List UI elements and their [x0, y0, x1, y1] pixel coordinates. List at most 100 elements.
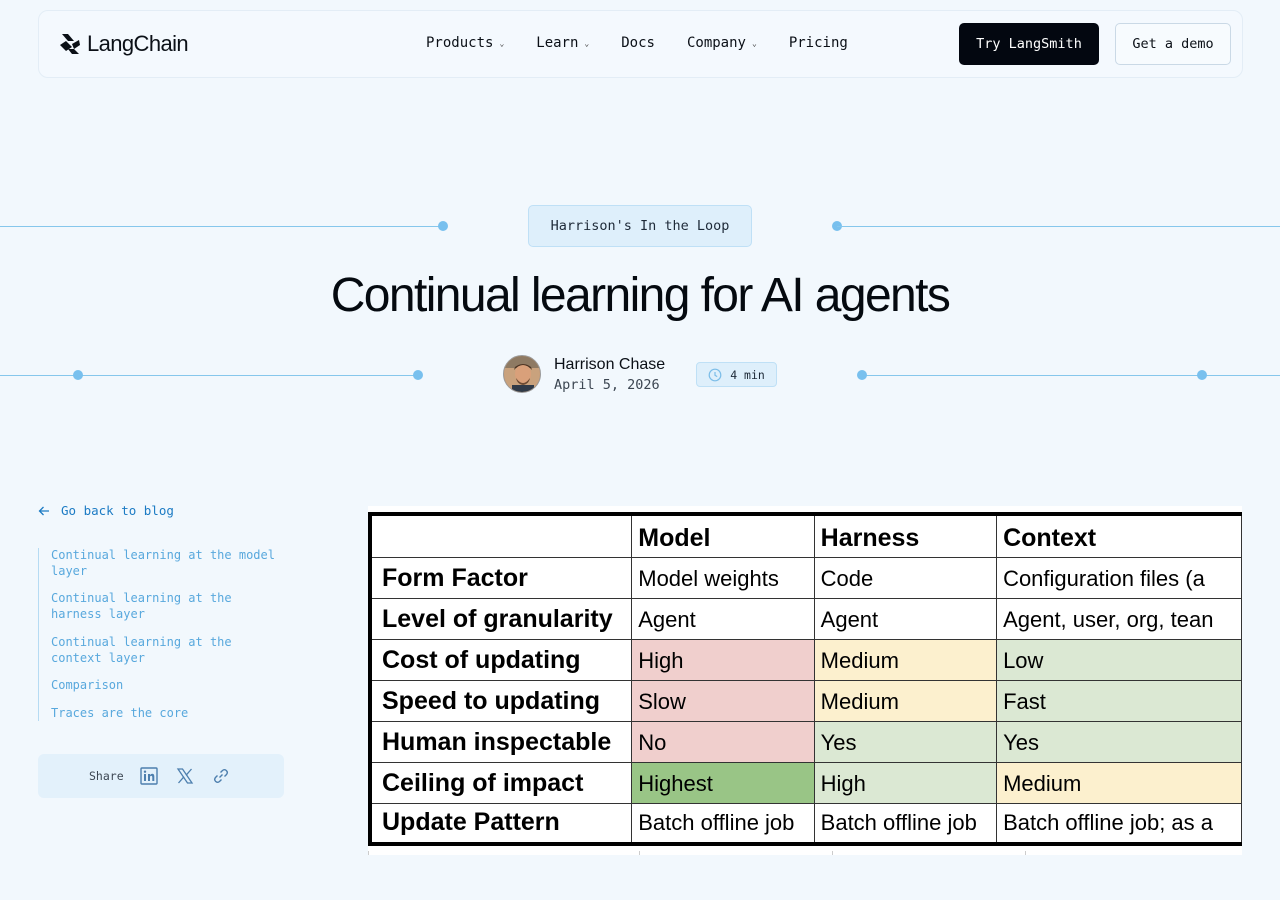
menu-label: Docs — [621, 35, 655, 51]
table-header — [368, 512, 633, 558]
toc-item[interactable]: Traces are the core — [39, 706, 288, 722]
logo-text: LangChain — [87, 31, 189, 56]
table-cell: Agent — [813, 597, 998, 640]
decor-dot — [73, 370, 83, 380]
table-row: Update Pattern Batch offline job Batch o… — [368, 802, 1242, 846]
author-text: Harrison Chase April 5, 2026 — [554, 356, 665, 393]
table-gridline — [368, 851, 369, 855]
table-header: Context — [996, 512, 1242, 558]
back-to-blog-link[interactable]: Go back to blog — [38, 503, 174, 518]
toc-item[interactable]: Comparison — [39, 678, 288, 694]
arrow-left-icon — [38, 506, 49, 515]
author-name[interactable]: Harrison Chase — [554, 356, 665, 374]
row-label: Update Pattern — [368, 802, 633, 846]
menu-label: Pricing — [788, 35, 848, 51]
decor-dot — [1197, 370, 1207, 380]
table-cell: No — [631, 720, 815, 763]
link-icon[interactable] — [212, 767, 230, 785]
table-gridline — [1025, 851, 1026, 855]
row-label: Ceiling of impact — [368, 761, 633, 804]
back-link-label: Go back to blog — [61, 503, 174, 518]
decor-line — [862, 375, 1280, 376]
get-demo-button[interactable]: Get a demo — [1115, 23, 1231, 65]
table-cell: Agent, user, org, tean — [996, 597, 1242, 640]
toc-item[interactable]: Continual learning at the model layer — [39, 548, 279, 579]
decor-dot — [438, 221, 448, 231]
table-row: Level of granularity Agent Agent Agent, … — [368, 597, 1242, 640]
menu-products[interactable]: Products ⌄ — [426, 35, 504, 51]
decor-line — [0, 375, 418, 376]
toc-item[interactable]: Continual learning at the harness layer — [39, 591, 239, 622]
chevron-down-icon: ⌄ — [751, 39, 757, 48]
table-cell: Medium — [813, 679, 998, 722]
linkedin-icon[interactable] — [140, 767, 158, 785]
table-cell: Agent — [631, 597, 815, 640]
table-cell: Highest — [631, 761, 815, 804]
decor-dot — [857, 370, 867, 380]
table-row: Cost of updating High Medium Low — [368, 638, 1242, 681]
table-cell: Yes — [996, 720, 1242, 763]
publish-date: April 5, 2026 — [554, 376, 660, 393]
table-row: Ceiling of impact Highest High Medium — [368, 761, 1242, 804]
decor-line — [837, 226, 1280, 227]
read-time: 4 min — [730, 367, 765, 382]
row-label: Level of granularity — [368, 597, 633, 640]
row-label: Human inspectable — [368, 720, 633, 763]
table-cell: High — [631, 638, 815, 681]
menu-label: Products — [426, 35, 494, 51]
chevron-down-icon: ⌄ — [584, 39, 590, 48]
try-langsmith-button[interactable]: Try LangSmith — [959, 23, 1099, 65]
clock-icon — [708, 368, 722, 381]
table-cell: Batch offline job — [631, 802, 815, 846]
main-menu: Products ⌄ Learn ⌄ Docs Company ⌄ Pricin… — [426, 35, 848, 51]
read-time-badge: 4 min — [696, 362, 777, 387]
menu-label: Learn — [536, 35, 579, 51]
table-cell: Batch offline job — [813, 802, 998, 846]
comparison-table-image: Model Harness Context Form Factor Model … — [368, 506, 1242, 855]
series-tag[interactable]: Harrison's In the Loop — [528, 205, 752, 247]
table-row: Form Factor Model weights Code Configura… — [368, 556, 1242, 599]
share-box: Share — [38, 754, 284, 798]
table-cell: Batch offline job; as a — [996, 802, 1242, 846]
row-label: Form Factor — [368, 556, 633, 599]
share-label: Share — [89, 769, 124, 783]
table-gridline — [832, 851, 833, 855]
table-header: Model — [631, 512, 815, 558]
decor-line — [0, 226, 443, 227]
avatar — [503, 355, 541, 393]
top-nav: LangChain Products ⌄ Learn ⌄ Docs Compan… — [38, 10, 1243, 78]
table-cell: Yes — [813, 720, 998, 763]
menu-learn[interactable]: Learn ⌄ — [536, 35, 589, 51]
menu-pricing[interactable]: Pricing — [789, 35, 848, 51]
comparison-table: Model Harness Context Form Factor Model … — [368, 512, 1242, 846]
table-header: Harness — [813, 512, 998, 558]
menu-label: Company — [686, 35, 746, 51]
page-title: Continual learning for AI agents — [330, 269, 951, 322]
table-row: Human inspectable No Yes Yes — [368, 720, 1242, 763]
langchain-logo-icon — [60, 34, 80, 54]
author-block: Harrison Chase April 5, 2026 — [503, 355, 665, 393]
table-cell: Slow — [631, 679, 815, 722]
toc-item[interactable]: Continual learning at the context layer — [39, 635, 239, 666]
table-cell: Fast — [996, 679, 1242, 722]
table-cell: Code — [813, 556, 998, 599]
chevron-down-icon: ⌄ — [499, 39, 505, 48]
table-of-contents: Continual learning at the model layer Co… — [38, 548, 288, 721]
table-cell: High — [813, 761, 998, 804]
row-label: Cost of updating — [368, 638, 633, 681]
table-cell: Configuration files (a — [996, 556, 1242, 599]
logo[interactable]: LangChain — [59, 31, 189, 57]
decor-dot — [413, 370, 423, 380]
table-gridline — [639, 851, 640, 855]
table-cell: Model weights — [631, 556, 815, 599]
menu-docs[interactable]: Docs — [621, 35, 655, 51]
menu-company[interactable]: Company ⌄ — [687, 35, 757, 51]
table-header-row: Model Harness Context — [368, 512, 1242, 558]
table-cell: Low — [996, 638, 1242, 681]
avatar-image — [504, 356, 540, 392]
table-cell: Medium — [996, 761, 1242, 804]
x-icon[interactable] — [176, 767, 194, 785]
table-row: Speed to updating Slow Medium Fast — [368, 679, 1242, 722]
table-cell: Medium — [813, 638, 998, 681]
row-label: Speed to updating — [368, 679, 633, 722]
